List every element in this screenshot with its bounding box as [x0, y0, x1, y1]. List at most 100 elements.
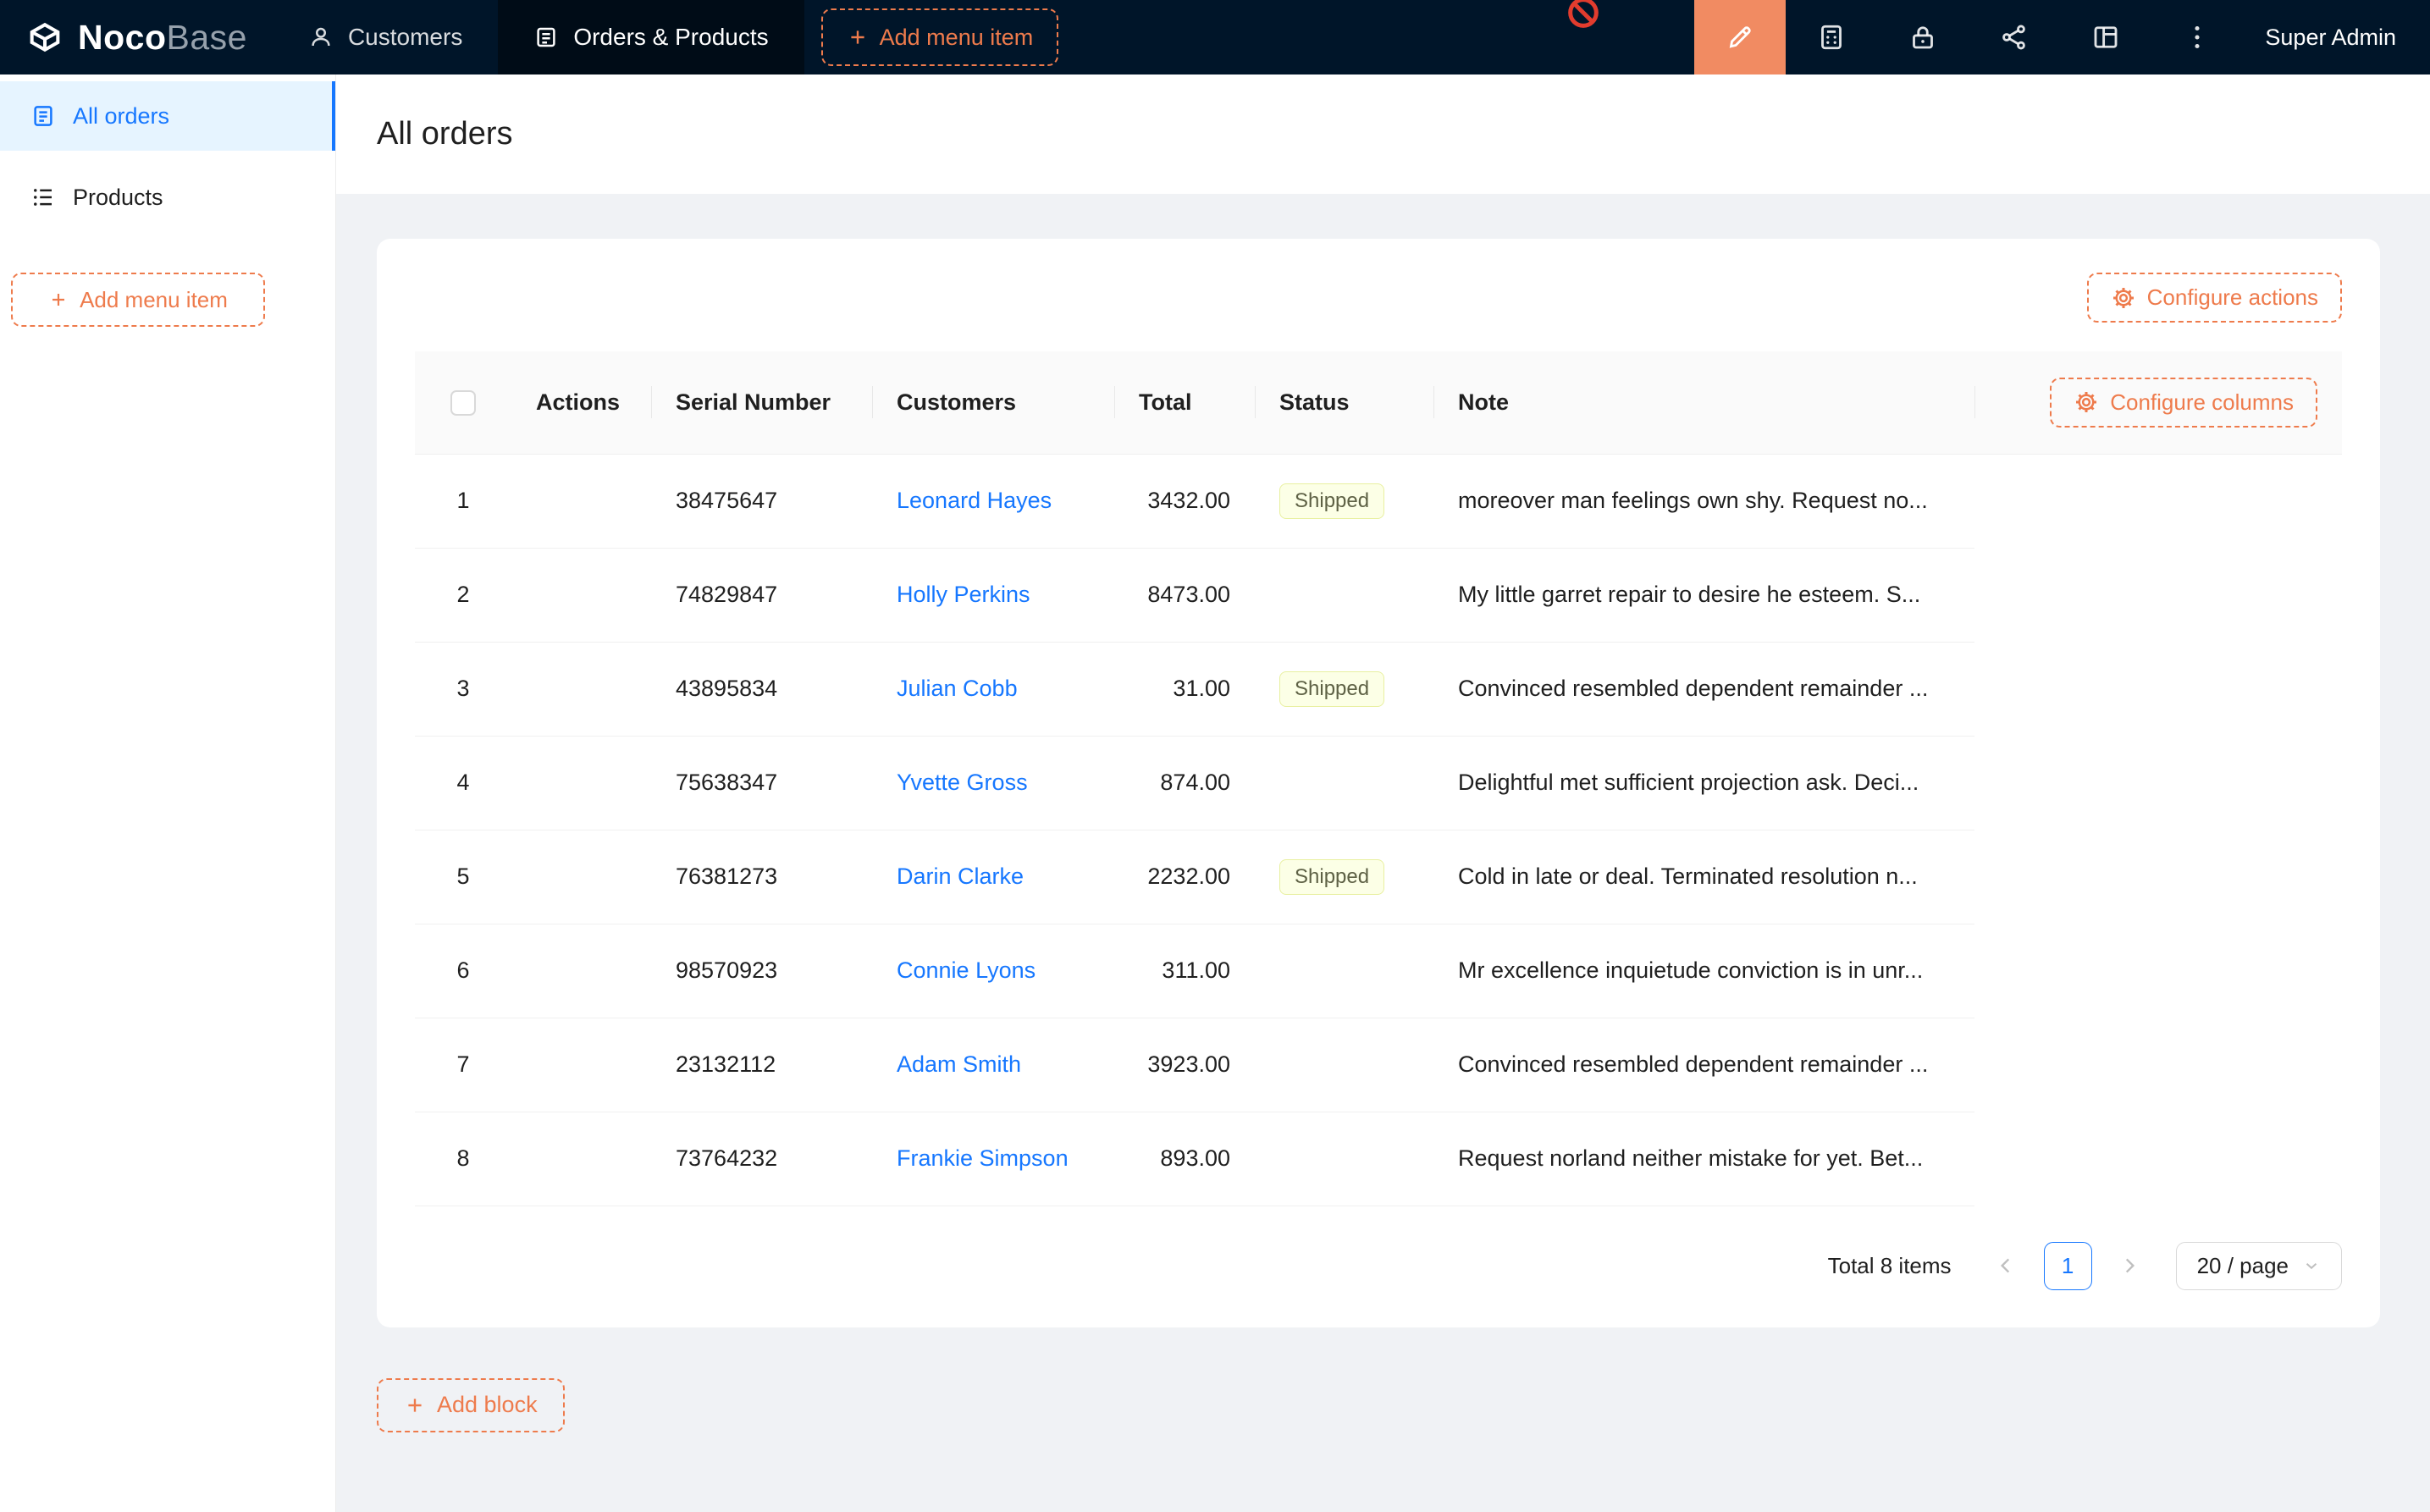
app-layout: All orders Products Add menu item All or…	[0, 74, 2430, 1512]
sidebar-item-label: Products	[73, 185, 163, 211]
chevron-right-icon	[2118, 1255, 2140, 1277]
row-actions-cell	[511, 1112, 651, 1206]
sidebar-item-products[interactable]: Products	[0, 163, 335, 232]
serial-number-cell: 38475647	[651, 454, 872, 548]
serial-number-cell: 73764232	[651, 1112, 872, 1206]
status-cell: Shipped	[1255, 830, 1433, 924]
ui-editor-button[interactable]	[1694, 0, 1786, 74]
add-menu-item-label: Add menu item	[80, 287, 228, 313]
plus-icon	[48, 290, 69, 310]
select-all-checkbox[interactable]	[450, 390, 476, 416]
add-block-label: Add block	[437, 1392, 538, 1418]
note-cell: Convinced resembled dependent remainder …	[1433, 1018, 1974, 1112]
row-actions-cell	[511, 830, 651, 924]
sidebar-item-label: All orders	[73, 103, 169, 130]
add-menu-item-button-sidebar[interactable]: Add menu item	[11, 273, 265, 327]
share-button[interactable]	[1969, 0, 2060, 74]
serial-number-cell: 76381273	[651, 830, 872, 924]
pagination-prev-button[interactable]	[1982, 1242, 2030, 1290]
row-actions-cell	[511, 736, 651, 830]
status-tag: Shipped	[1279, 859, 1384, 895]
configure-columns-label: Configure columns	[2110, 389, 2294, 416]
customer-cell: Holly Perkins	[872, 548, 1114, 642]
pagination-next-button[interactable]	[2106, 1242, 2154, 1290]
orders-table-block: Configure actions Actions	[377, 239, 2380, 1327]
row-index: 2	[415, 548, 511, 642]
document-icon	[30, 103, 56, 129]
row-actions-cell	[511, 548, 651, 642]
user-menu[interactable]: Super Admin	[2243, 0, 2430, 74]
serial-number-cell: 23132112	[651, 1018, 872, 1112]
orders-table: Actions Serial Number Customers Total St…	[415, 351, 2342, 1206]
customer-link[interactable]: Holly Perkins	[897, 582, 1030, 607]
pagination: Total 8 items 1 20 / page	[415, 1242, 2342, 1290]
header-toolbar: Super Admin	[1694, 0, 2430, 74]
row-index: 1	[415, 454, 511, 548]
row-actions-cell	[511, 454, 651, 548]
gear-icon	[2074, 389, 2099, 415]
list-icon	[30, 185, 56, 210]
total-cell: 8473.00	[1114, 548, 1255, 642]
gear-icon	[2111, 285, 2136, 311]
highlighter-icon	[1725, 22, 1755, 52]
table-row: 7 23132112 Adam Smith 3923.00 Convinced …	[415, 1018, 2342, 1112]
configure-actions-label: Configure actions	[2147, 284, 2318, 311]
calculator-button[interactable]	[1786, 0, 1877, 74]
note-cell: My little garret repair to desire he est…	[1433, 548, 1974, 642]
customer-link[interactable]: Frankie Simpson	[897, 1145, 1069, 1171]
total-cell: 31.00	[1114, 642, 1255, 736]
row-index: 7	[415, 1018, 511, 1112]
row-index: 4	[415, 736, 511, 830]
chevron-down-icon	[2302, 1256, 2321, 1275]
add-block-button[interactable]: Add block	[377, 1378, 565, 1432]
customer-link[interactable]: Darin Clarke	[897, 864, 1024, 889]
serial-number-cell: 43895834	[651, 642, 872, 736]
configure-columns-header-cell: Configure columns	[1974, 351, 2342, 454]
select-all-header-cell	[415, 351, 511, 454]
configure-actions-button[interactable]: Configure actions	[2087, 273, 2342, 323]
note-cell: Mr excellence inquietude conviction is i…	[1433, 924, 1974, 1018]
share-icon	[1999, 22, 2030, 52]
user-name: Super Admin	[2265, 25, 2396, 51]
nav-item-customers[interactable]: Customers	[273, 0, 498, 74]
customer-link[interactable]: Connie Lyons	[897, 957, 1036, 983]
more-button[interactable]	[2151, 0, 2243, 74]
status-cell	[1255, 736, 1433, 830]
add-menu-item-button-top[interactable]: Add menu item	[821, 8, 1059, 66]
customer-link[interactable]: Julian Cobb	[897, 676, 1018, 701]
layout-icon	[2090, 22, 2121, 52]
nav-item-label: Orders & Products	[573, 24, 768, 51]
main-area: All orders	[336, 74, 2430, 1512]
customer-link[interactable]: Yvette Gross	[897, 770, 1028, 795]
table-body: 1 38475647 Leonard Hayes 3432.00 Shipped…	[415, 454, 2342, 1206]
status-tag: Shipped	[1279, 483, 1384, 519]
user-icon	[308, 25, 334, 50]
page-header: All orders	[336, 74, 2430, 194]
row-actions-cell	[511, 924, 651, 1018]
status-tag: Shipped	[1279, 671, 1384, 707]
table-row: 2 74829847 Holly Perkins 8473.00 My litt…	[415, 548, 2342, 642]
table-row: 4 75638347 Yvette Gross 874.00 Delightfu…	[415, 736, 2342, 830]
nav-item-orders-products[interactable]: Orders & Products	[498, 0, 804, 74]
customer-cell: Frankie Simpson	[872, 1112, 1114, 1206]
customer-link[interactable]: Leonard Hayes	[897, 488, 1052, 513]
total-cell: 3923.00	[1114, 1018, 1255, 1112]
customer-cell: Adam Smith	[872, 1018, 1114, 1112]
lock-button[interactable]	[1877, 0, 1969, 74]
logo-icon	[25, 18, 64, 57]
block-actions-toolbar: Configure actions	[415, 273, 2342, 323]
note-cell: moreover man feelings own shy. Request n…	[1433, 454, 1974, 548]
nocobase-logo[interactable]: NocoBase	[0, 0, 273, 74]
customer-link[interactable]: Adam Smith	[897, 1051, 1021, 1077]
sidebar-item-all-orders[interactable]: All orders	[0, 81, 335, 151]
more-icon	[2182, 22, 2212, 52]
column-header-note: Note	[1433, 351, 1974, 454]
column-header-serial-number: Serial Number	[651, 351, 872, 454]
layout-button[interactable]	[2060, 0, 2151, 74]
configure-columns-button[interactable]: Configure columns	[2050, 378, 2317, 428]
page-size-select[interactable]: 20 / page	[2176, 1242, 2342, 1290]
customer-cell: Connie Lyons	[872, 924, 1114, 1018]
lock-icon	[1908, 22, 1938, 52]
pagination-page-1[interactable]: 1	[2044, 1242, 2092, 1290]
row-index: 6	[415, 924, 511, 1018]
